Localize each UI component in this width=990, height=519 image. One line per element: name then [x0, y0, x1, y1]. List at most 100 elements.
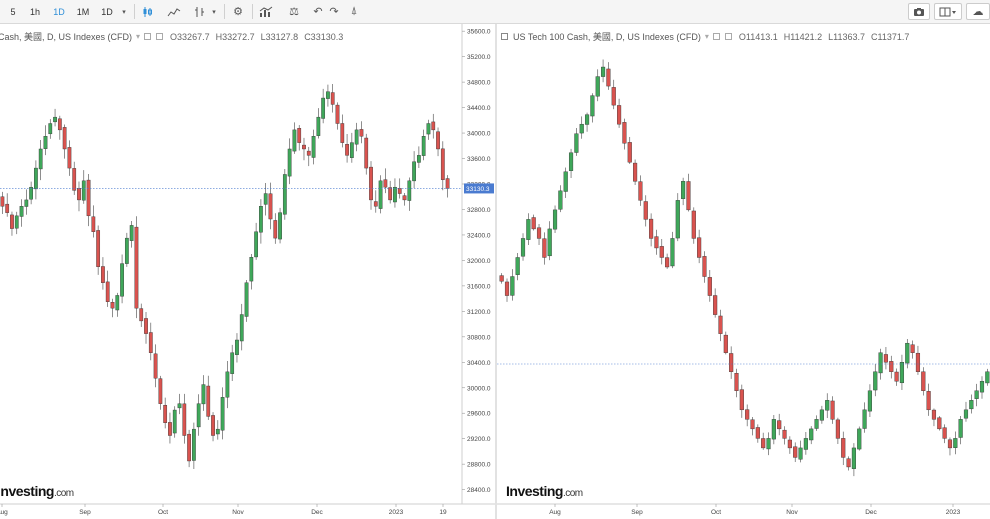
- hide-series-icon[interactable]: [712, 33, 720, 40]
- candle-body: [215, 428, 220, 435]
- candle-body: [771, 419, 776, 440]
- gear-icon[interactable]: ⚙: [228, 3, 248, 20]
- candle-body: [942, 427, 947, 439]
- candle-body: [889, 361, 894, 372]
- nasdaq-candlestick-chart[interactable]: Aug Sep Oct Nov Dec 2023: [497, 24, 990, 519]
- candle-body: [883, 354, 888, 363]
- candle-body: [590, 95, 595, 117]
- settings-series-icon[interactable]: [724, 33, 732, 40]
- candle-body: [681, 181, 686, 199]
- y-tick-label: 31600.0: [467, 283, 491, 290]
- interval-5m-button[interactable]: 5: [4, 3, 22, 20]
- candle-body: [713, 295, 718, 315]
- chart-pane-right[interactable]: US Tech 100 Cash, 美國, D, US Indexes (CFD…: [497, 24, 990, 519]
- y-tick-label: 35600.0: [467, 29, 491, 36]
- x-tick-label: Aug: [549, 509, 561, 516]
- x-tick-label: 19: [439, 509, 447, 516]
- candle-body: [910, 344, 915, 353]
- candle-body: [316, 116, 321, 136]
- candle-body: [782, 429, 787, 439]
- y-tick-label: 28400.0: [467, 487, 491, 494]
- candle-body: [611, 87, 616, 106]
- toolbar-divider: [252, 4, 253, 19]
- y-tick-label: 35200.0: [467, 54, 491, 61]
- candle-body: [803, 438, 808, 450]
- chevron-down-icon[interactable]: ▾: [208, 3, 220, 20]
- candle-body: [273, 220, 278, 239]
- candle-body: [867, 390, 872, 412]
- cloud-save-icon[interactable]: ☁: [966, 3, 990, 20]
- candle-body: [330, 92, 335, 105]
- candle-body: [383, 179, 388, 188]
- candle-body: [278, 212, 282, 240]
- y-tick-label: 34400.0: [467, 105, 491, 112]
- candle-body: [504, 281, 510, 296]
- candle-body: [311, 136, 316, 158]
- interval-1d-button[interactable]: 1D: [49, 3, 69, 20]
- candle-body: [915, 352, 921, 372]
- right-legend: US Tech 100 Cash, 美國, D, US Indexes (CFD…: [501, 30, 909, 43]
- candle-body: [793, 446, 798, 458]
- candle-body: [830, 400, 835, 420]
- chevron-down-icon[interactable]: ▾: [136, 32, 140, 41]
- candle-body: [43, 136, 48, 149]
- candle-body: [364, 137, 369, 169]
- collapse-icon[interactable]: [501, 33, 508, 40]
- alert-scale-icon[interactable]: ⚖: [284, 3, 304, 20]
- candle-body: [254, 231, 258, 258]
- templates-icon[interactable]: [256, 3, 276, 20]
- chart-pane-left[interactable]: Cash, 美國, D, US Indexes (CFD) ▾ O33267.7…: [0, 24, 496, 519]
- left-legend: Cash, 美國, D, US Indexes (CFD) ▾ O33267.7…: [0, 30, 343, 43]
- y-tick-label: 34000.0: [467, 131, 491, 138]
- candle-body: [206, 385, 211, 417]
- right-low-value: L11363.7: [828, 31, 866, 42]
- interval-1m-button[interactable]: 1M: [73, 3, 93, 20]
- candle-body: [287, 148, 292, 177]
- redo-icon[interactable]: ↷: [324, 3, 344, 20]
- candle-body: [259, 206, 263, 233]
- candle-body: [421, 136, 426, 156]
- candle-body: [985, 371, 990, 384]
- candle-body: [531, 217, 536, 230]
- chevron-down-icon[interactable]: ▾: [118, 3, 130, 20]
- candle-body: [230, 352, 235, 374]
- y-tick-label: 30800.0: [467, 334, 491, 341]
- compare-icon[interactable]: [190, 3, 210, 20]
- candle-body: [921, 371, 926, 391]
- candle-body: [335, 104, 340, 124]
- candle-body: [38, 148, 43, 170]
- alert-bell-icon[interactable]: ⍋: [344, 3, 364, 20]
- candle-body: [878, 352, 883, 374]
- dow-candlestick-chart[interactable]: 35600.0 35200.0 34800.0 34400.0 34000.0 33600…: [0, 24, 496, 519]
- candle-body: [947, 439, 953, 449]
- x-tick-label: 2023: [389, 509, 404, 516]
- candle-body: [101, 266, 105, 283]
- camera-icon[interactable]: [908, 3, 930, 20]
- candle-body: [894, 371, 899, 382]
- candle-body: [268, 193, 273, 220]
- candle-body: [34, 167, 38, 190]
- candlestick-chart-icon[interactable]: [138, 3, 158, 20]
- hide-series-icon[interactable]: [144, 33, 152, 40]
- candle-body: [617, 105, 622, 125]
- candle-body: [263, 193, 268, 205]
- left-legend-title: Cash, 美國, D, US Indexes (CFD): [0, 32, 133, 42]
- last-price-label: 33130.3: [466, 186, 490, 193]
- chevron-down-icon[interactable]: ▾: [705, 32, 709, 41]
- candle-body: [979, 381, 985, 393]
- interval-1h-button[interactable]: 1h: [26, 3, 44, 20]
- candle-body: [958, 419, 963, 438]
- candle-body: [558, 190, 563, 210]
- candle-body: [755, 427, 760, 439]
- candle-body: [825, 400, 830, 411]
- indicators-icon[interactable]: [164, 3, 184, 20]
- candle-body: [57, 118, 62, 131]
- settings-series-icon[interactable]: [156, 33, 164, 40]
- interval-dropdown-value[interactable]: 1D: [97, 3, 117, 20]
- candle-body: [177, 403, 182, 409]
- layout-icon[interactable]: [934, 3, 962, 20]
- y-tick-label: 29600.0: [467, 411, 491, 418]
- candle-body: [115, 295, 120, 311]
- investing-logo: Investing.com: [0, 483, 74, 499]
- candle-body: [510, 276, 515, 296]
